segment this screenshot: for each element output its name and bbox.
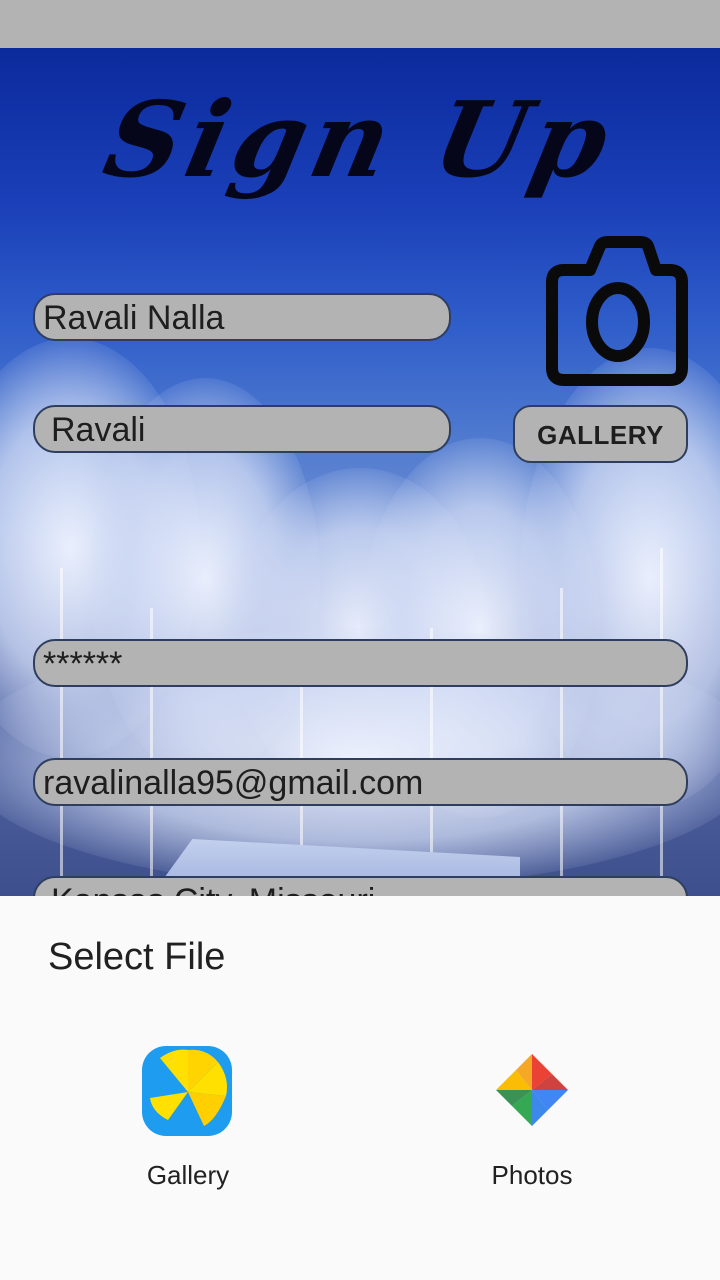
gallery-app-option[interactable]: Gallery: [98, 1040, 278, 1191]
photos-app-icon: [496, 1054, 568, 1126]
gallery-button[interactable]: GALLERY: [513, 405, 688, 463]
page-title: Sign Up: [94, 78, 626, 201]
photos-app-option[interactable]: Photos: [442, 1040, 622, 1191]
tree-trunk: [560, 588, 563, 888]
photos-app-label: Photos: [491, 1160, 573, 1190]
camera-icon[interactable]: [546, 236, 688, 386]
tree-trunk: [660, 548, 663, 888]
tree-trunk: [60, 568, 63, 888]
sheet-title: Select File: [48, 936, 226, 978]
full-name-field[interactable]: Ravali Nalla: [33, 293, 451, 341]
status-bar: [0, 0, 720, 48]
gallery-app-label: Gallery: [146, 1160, 230, 1190]
username-field[interactable]: Ravali: [33, 405, 451, 453]
password-field[interactable]: ******: [33, 639, 688, 687]
gallery-app-icon: [142, 1046, 232, 1136]
email-field[interactable]: ravalinalla95@gmail.com: [33, 758, 688, 806]
